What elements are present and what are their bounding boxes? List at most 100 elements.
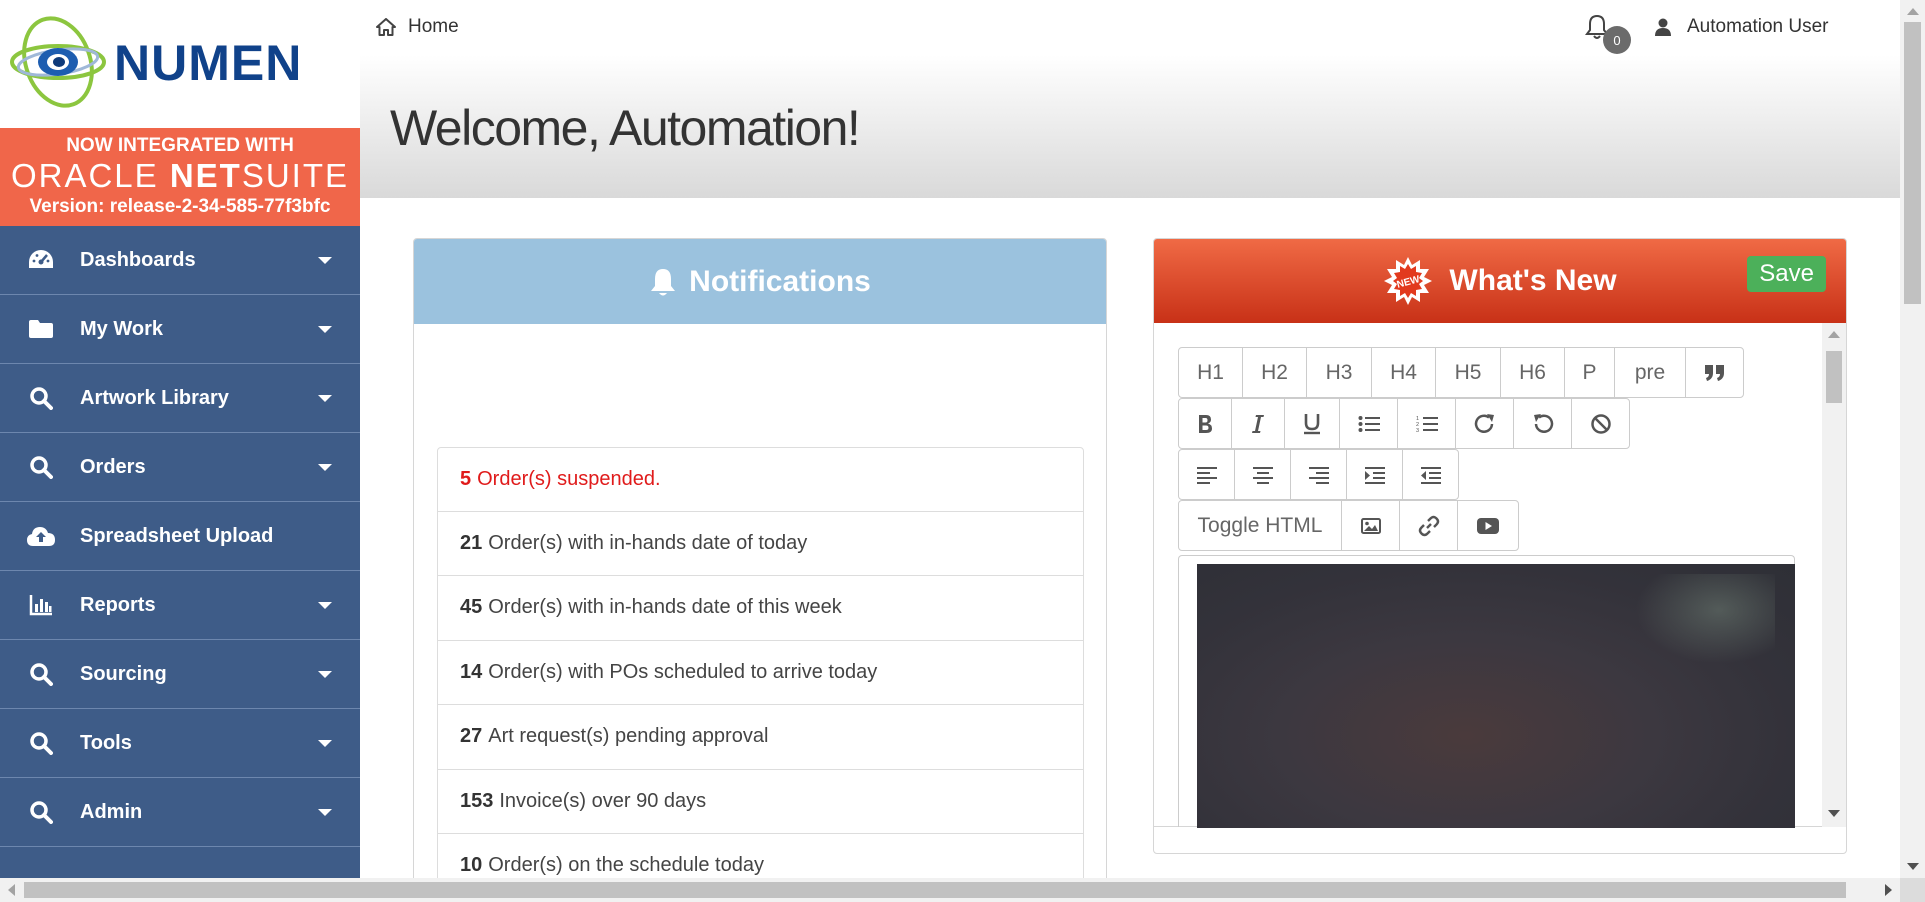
notification-item[interactable]: 27 Art request(s) pending approval	[437, 705, 1084, 770]
h4-button[interactable]: H4	[1371, 347, 1436, 398]
scrollbar-thumb[interactable]	[1904, 22, 1921, 304]
scroll-up-arrow-icon[interactable]	[1907, 8, 1919, 15]
editor-toolbar-insert: Toggle HTML	[1178, 500, 1519, 551]
insert-video-button[interactable]	[1457, 500, 1519, 551]
caret-down-icon	[318, 257, 332, 264]
scrollbar-corner	[1900, 878, 1925, 902]
scroll-down-arrow-icon[interactable]	[1828, 810, 1840, 817]
undo-button[interactable]	[1513, 398, 1572, 449]
scroll-right-arrow-icon[interactable]	[1885, 884, 1892, 896]
align-center-icon	[1252, 466, 1273, 484]
caret-down-icon	[318, 809, 332, 816]
notification-item[interactable]: 5 Order(s) suspended.	[437, 447, 1084, 512]
netsuite-light-text: SUITE	[241, 157, 350, 194]
h6-button[interactable]: H6	[1500, 347, 1565, 398]
paragraph-button[interactable]: P	[1564, 347, 1615, 398]
search-icon	[26, 731, 56, 755]
sidebar-item-sourcing[interactable]: Sourcing	[0, 640, 360, 709]
page-vertical-scrollbar[interactable]	[1900, 0, 1925, 878]
indent-button[interactable]	[1346, 449, 1403, 500]
clear-formatting-button[interactable]	[1571, 398, 1630, 449]
banner-integrated-text: NOW INTEGRATED WITH	[66, 135, 294, 156]
underline-icon	[1304, 413, 1320, 434]
sidebar-item-label: My Work	[80, 317, 163, 340]
notifications-panel: Notifications 5 Order(s) suspended. 21 Ord…	[413, 238, 1107, 898]
notification-count-badge: 0	[1603, 26, 1631, 54]
notification-item[interactable]: 153 Invoice(s) over 90 days	[437, 769, 1084, 834]
bar-chart-icon	[26, 594, 56, 616]
sidebar-item-my-work[interactable]: My Work	[0, 295, 360, 364]
notification-text: Order(s) on the schedule today	[488, 854, 764, 877]
pre-button[interactable]: pre	[1614, 347, 1686, 398]
bell-icon	[651, 268, 676, 295]
editor-scrollbar[interactable]	[1822, 323, 1846, 827]
sidebar-item-admin[interactable]: Admin	[0, 778, 360, 847]
insert-image-button[interactable]	[1341, 500, 1400, 551]
h3-button[interactable]: H3	[1306, 347, 1372, 398]
notification-count: 21	[460, 531, 483, 554]
scroll-down-arrow-icon[interactable]	[1907, 863, 1919, 870]
link-icon	[1418, 515, 1439, 536]
user-icon	[1655, 18, 1671, 36]
image-icon	[1360, 517, 1381, 534]
notification-item[interactable]: 14 Order(s) with POs scheduled to arrive …	[437, 640, 1084, 705]
search-icon	[26, 455, 56, 479]
h5-button[interactable]: H5	[1435, 347, 1501, 398]
sidebar-item-reports[interactable]: Reports	[0, 571, 360, 640]
sidebar-item-dashboards[interactable]: Dashboards	[0, 226, 360, 295]
sidebar-item-label: Orders	[80, 455, 146, 478]
notification-item[interactable]: 45 Order(s) with in-hands date of this we…	[437, 576, 1084, 641]
bullet-list-button[interactable]	[1339, 398, 1398, 449]
scrollbar-thumb[interactable]	[1826, 351, 1842, 403]
page-horizontal-scrollbar[interactable]	[0, 878, 1900, 902]
h1-button[interactable]: H1	[1178, 347, 1243, 398]
quote-icon	[1704, 364, 1724, 381]
blockquote-button[interactable]	[1685, 347, 1744, 398]
search-icon	[26, 800, 56, 824]
caret-down-icon	[318, 671, 332, 678]
insert-link-button[interactable]	[1399, 500, 1458, 551]
sidebar-item-spreadsheet-upload[interactable]: Spreadsheet Upload	[0, 502, 360, 571]
whats-new-title: What's New	[1449, 264, 1617, 297]
svg-text:3: 3	[1416, 428, 1419, 433]
scroll-left-arrow-icon[interactable]	[8, 884, 15, 896]
italic-icon	[1252, 414, 1264, 433]
caret-down-icon	[318, 602, 332, 609]
sidebar-item-artwork-library[interactable]: Artwork Library	[0, 364, 360, 433]
align-center-button[interactable]	[1234, 449, 1291, 500]
h2-button[interactable]: H2	[1242, 347, 1307, 398]
align-right-icon	[1308, 466, 1329, 484]
home-label: Home	[408, 16, 459, 37]
outdent-button[interactable]	[1402, 449, 1459, 500]
sidebar-item-label: Spreadsheet Upload	[80, 524, 274, 547]
sidebar-item-orders[interactable]: Orders	[0, 433, 360, 502]
notification-text: Invoice(s) over 90 days	[499, 789, 707, 812]
align-right-button[interactable]	[1290, 449, 1347, 500]
notifications-bell[interactable]: 0	[1585, 14, 1631, 54]
editor-content-area[interactable]	[1178, 555, 1795, 828]
redo-button[interactable]	[1455, 398, 1514, 449]
numbered-list-button[interactable]: 123	[1397, 398, 1456, 449]
caret-down-icon	[318, 464, 332, 471]
underline-button[interactable]	[1284, 398, 1340, 449]
sidebar-item-tools[interactable]: Tools	[0, 709, 360, 778]
home-link[interactable]: Home	[376, 16, 459, 38]
save-button[interactable]: Save	[1747, 256, 1826, 292]
netsuite-bold-text: NET	[169, 157, 242, 194]
notification-text: Order(s) with POs scheduled to arrive to…	[488, 660, 878, 683]
toggle-html-button[interactable]: Toggle HTML	[1178, 500, 1342, 551]
user-menu[interactable]: Automation User	[1655, 16, 1829, 38]
align-left-icon	[1196, 466, 1217, 484]
scroll-up-arrow-icon[interactable]	[1828, 331, 1840, 338]
align-left-button[interactable]	[1178, 449, 1235, 500]
notification-count: 45	[460, 596, 483, 619]
caret-down-icon	[318, 395, 332, 402]
bold-button[interactable]	[1178, 398, 1232, 449]
logo[interactable]: NUMEN	[0, 0, 360, 128]
editor-embedded-image	[1197, 564, 1795, 828]
editor-toolbar-format: 123	[1178, 398, 1630, 449]
notification-item[interactable]: 21 Order(s) with in-hands date of today	[437, 511, 1084, 576]
bullet-list-icon	[1358, 415, 1380, 432]
scrollbar-thumb[interactable]	[24, 882, 1846, 898]
italic-button[interactable]	[1231, 398, 1285, 449]
